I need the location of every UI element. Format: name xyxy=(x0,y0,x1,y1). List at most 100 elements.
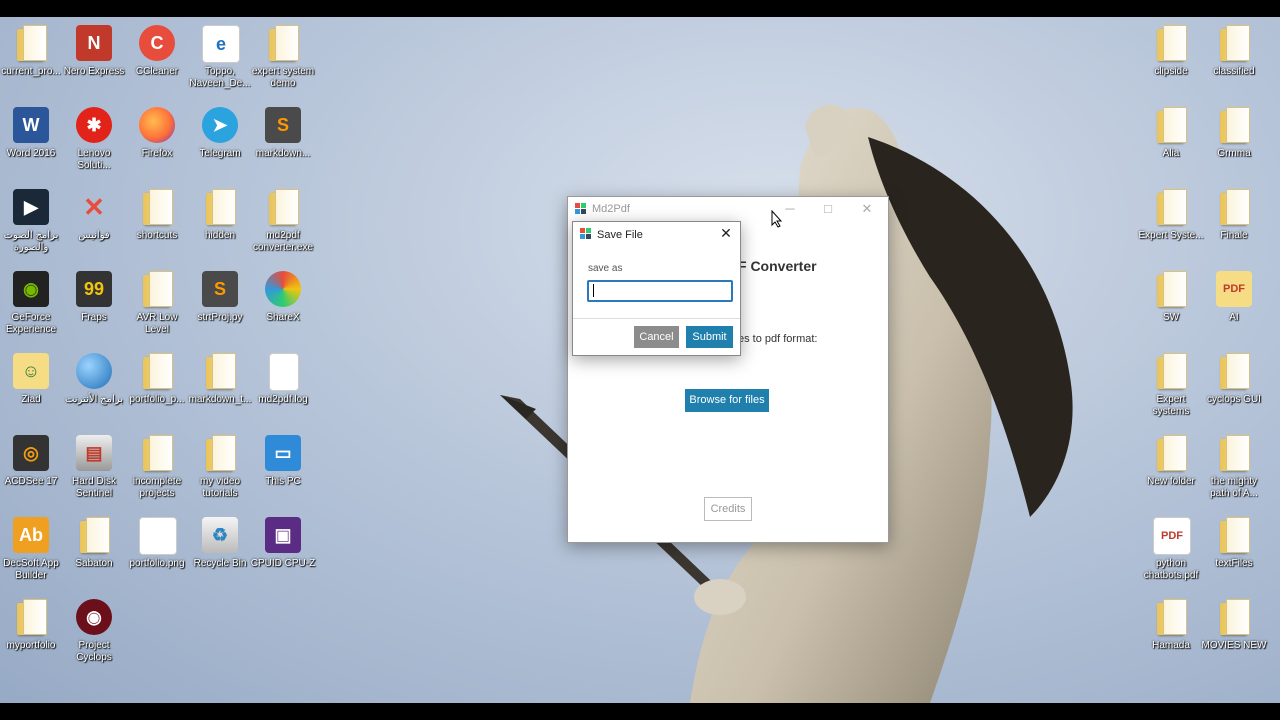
folder-icon xyxy=(1214,105,1254,145)
desktop-icon-label: md2pdf.log xyxy=(258,394,308,405)
browse-files-button[interactable]: Browse for files xyxy=(685,389,769,412)
save-file-titlebar[interactable]: Save File ✕ xyxy=(573,222,740,246)
folder-icon xyxy=(1214,515,1254,555)
desktop-icon[interactable]: Sabaton xyxy=(61,515,127,570)
desktop-icon[interactable]: ✕ فوانيس xyxy=(61,187,127,242)
fraps-icon: 99 xyxy=(74,269,114,309)
credits-button[interactable]: Credits xyxy=(704,497,752,521)
desktop-icon-label: markdown... xyxy=(255,148,311,159)
desktop-icon[interactable]: portfolio.png xyxy=(124,515,190,570)
desktop-icon[interactable]: Alia xyxy=(1138,105,1204,160)
desktop-icon[interactable]: hidden xyxy=(187,187,253,242)
desktop-icon[interactable]: ◉ GeForce Experience xyxy=(0,269,64,336)
desktop-icon[interactable]: Hamada xyxy=(1138,597,1204,652)
save-as-input[interactable] xyxy=(587,280,733,302)
desktop-icon[interactable]: portfolio_p... xyxy=(124,351,190,406)
desktop-icon[interactable]: ☺ Ziad xyxy=(0,351,64,406)
computer-icon: ▭ xyxy=(263,433,303,473)
desktop-icon[interactable]: Ab DecSoft App Builder xyxy=(0,515,64,582)
desktop-icon-label: برامج الصوت والصورة xyxy=(3,230,59,253)
folder-icon xyxy=(1214,433,1254,473)
desktop-icon[interactable]: ➤ Telegram xyxy=(187,105,253,160)
desktop-icon[interactable]: ▤ Hard Disk Sentinel xyxy=(61,433,127,500)
desktop-icon-label: Word 2016 xyxy=(6,148,56,159)
desktop-icon[interactable]: ♻ Recycle Bin xyxy=(187,515,253,570)
desktop-icon[interactable]: Finale xyxy=(1201,187,1267,242)
desktop-icon[interactable]: markdown_t... xyxy=(187,351,253,406)
desktop-icon[interactable]: PDF python chatbots.pdf xyxy=(1138,515,1204,582)
desktop-icon[interactable]: ▭ This PC xyxy=(250,433,316,488)
desktop-icon[interactable]: Expert systems xyxy=(1138,351,1204,418)
desktop-icon-label: clipside xyxy=(1154,66,1188,77)
pdf-folder-icon: PDF xyxy=(1214,269,1254,309)
desktop-icon-label: classified xyxy=(1213,66,1255,77)
desktop: current_pro... N Nero Express C CCleaner e Top… xyxy=(0,17,1280,703)
cyclops-icon: ◉ xyxy=(74,597,114,637)
desktop-icon[interactable]: C CCleaner xyxy=(124,23,190,78)
desktop-icon[interactable]: myportfolio xyxy=(0,597,64,652)
desktop-icon[interactable]: N Nero Express xyxy=(61,23,127,78)
submit-button[interactable]: Submit xyxy=(686,326,733,348)
folder-icon xyxy=(1151,187,1191,227)
desktop-icon[interactable]: AVR Low Level xyxy=(124,269,190,336)
desktop-icon[interactable]: SW xyxy=(1138,269,1204,324)
folder-icon xyxy=(1151,23,1191,63)
desktop-icon[interactable]: Expert Syste... xyxy=(1138,187,1204,242)
desktop-icon[interactable]: expert system demo xyxy=(250,23,316,90)
desktop-icon-label: Alia xyxy=(1162,148,1180,159)
desktop-icon[interactable]: shortcuts xyxy=(124,187,190,242)
exe-folder-icon xyxy=(263,187,303,227)
folder-icon xyxy=(137,351,177,391)
close-button[interactable]: ✕ xyxy=(849,199,885,219)
desktop-icon-label: DecSoft App Builder xyxy=(3,558,59,581)
folder-icon xyxy=(1214,23,1254,63)
desktop-icon[interactable]: Grmma xyxy=(1201,105,1267,160)
desktop-icon-label: my video tutorials xyxy=(199,476,240,499)
desktop-icon[interactable]: e Toppo, Naveen_De... xyxy=(187,23,253,90)
folder-icon xyxy=(1214,351,1254,391)
desktop-icon[interactable]: SstrtProj.py xyxy=(187,269,253,324)
desktop-icon[interactable]: ◉ Project Cyclops xyxy=(61,597,127,664)
desktop-icon[interactable]: ▶ برامج الصوت والصورة xyxy=(0,187,64,254)
acdsee-icon: ◎ xyxy=(11,433,51,473)
desktop-icon[interactable]: ▣ CPUID CPU-Z xyxy=(250,515,316,570)
desktop-icon[interactable]: md2pdf converter.exe xyxy=(250,187,316,254)
desktop-icon[interactable]: the mighty path of A... xyxy=(1201,433,1267,500)
desktop-icon[interactable]: PDF AI xyxy=(1201,269,1267,324)
desktop-icon-label: myportfolio xyxy=(6,640,56,651)
desktop-icon[interactable]: ShareX xyxy=(250,269,316,324)
desktop-icon-label: New folder xyxy=(1147,476,1195,487)
desktop-icon[interactable]: W Word 2016 xyxy=(0,105,64,160)
desktop-icon[interactable]: my video tutorials xyxy=(187,433,253,500)
desktop-icon[interactable]: md2pdf.log xyxy=(250,351,316,406)
app-builder-icon: Ab xyxy=(11,515,51,555)
desktop-icon[interactable]: 99 Fraps xyxy=(61,269,127,324)
desktop-icon[interactable]: MOVIES NEW xyxy=(1201,597,1267,652)
desktop-icon[interactable]: برامج الأنترنت xyxy=(61,351,127,406)
desktop-icon[interactable]: incomplete projects xyxy=(124,433,190,500)
maximize-button[interactable]: □ xyxy=(810,199,846,219)
desktop-icon-label: Recycle Bin xyxy=(193,558,247,569)
pdf-icon: PDF xyxy=(1151,515,1191,555)
desktop-icon[interactable]: ✱ Lenovo Soluti... xyxy=(61,105,127,172)
desktop-icon-label: textFiles xyxy=(1215,558,1253,569)
folder-icon xyxy=(1151,351,1191,391)
desktop-icon-label: CCleaner xyxy=(135,66,179,77)
lenovo-icon: ✱ xyxy=(74,105,114,145)
desktop-icon[interactable]: Firefox xyxy=(124,105,190,160)
dialog-close-icon[interactable]: ✕ xyxy=(718,225,734,242)
desktop-icon-label: GeForce Experience xyxy=(5,312,57,335)
desktop-icon-label: فوانيس xyxy=(78,230,110,241)
desktop-icon[interactable]: ◎ ACDSee 17 xyxy=(0,433,64,488)
desktop-icon[interactable]: New folder xyxy=(1138,433,1204,488)
desktop-icon[interactable]: clipside xyxy=(1138,23,1204,78)
text-caret xyxy=(593,284,594,297)
desktop-icon[interactable]: Smarkdown... xyxy=(250,105,316,160)
desktop-icon[interactable]: textFiles xyxy=(1201,515,1267,570)
desktop-icon[interactable]: classified xyxy=(1201,23,1267,78)
md2pdf-titlebar[interactable]: Md2Pdf ─ □ ✕ xyxy=(568,197,888,221)
desktop-icon[interactable]: current_pro... xyxy=(0,23,64,78)
cancel-button[interactable]: Cancel xyxy=(634,326,679,348)
md2pdf-title: Md2Pdf xyxy=(592,203,630,215)
desktop-icon[interactable]: cyclops GUI xyxy=(1201,351,1267,406)
